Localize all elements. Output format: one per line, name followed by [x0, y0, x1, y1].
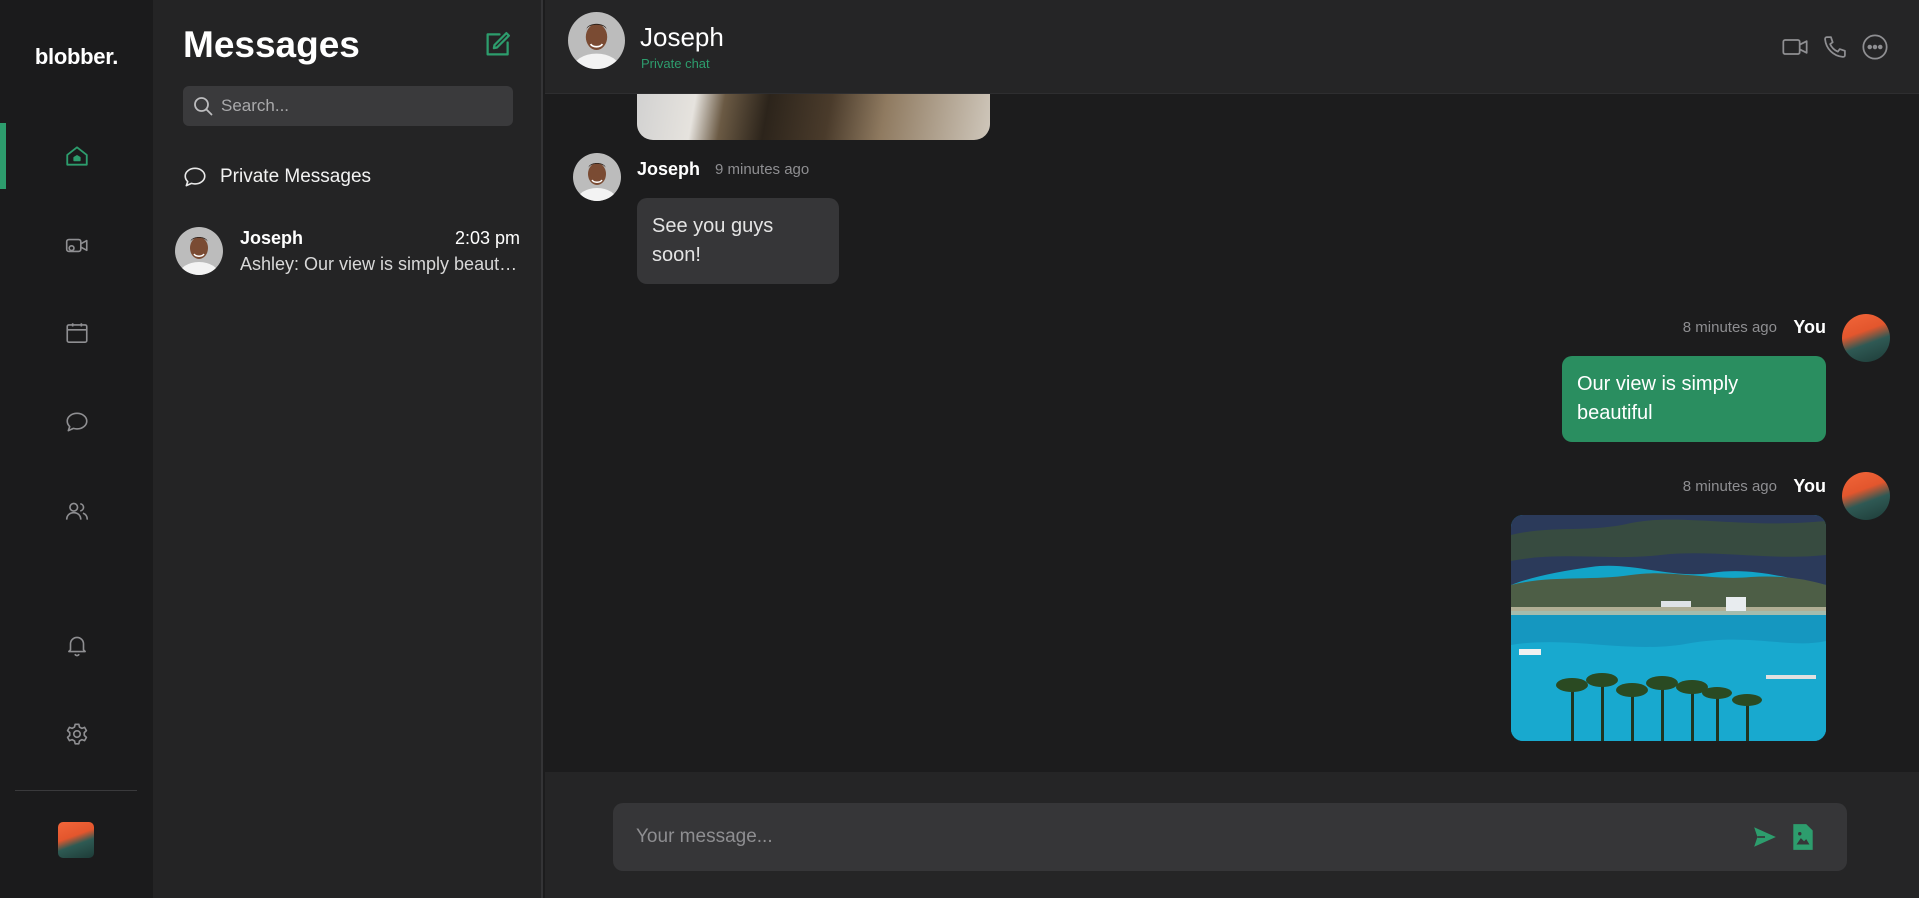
rail-item-video-rooms[interactable]: [0, 213, 153, 279]
compose-icon[interactable]: [482, 30, 512, 60]
message-time: 8 minutes ago: [1682, 478, 1777, 495]
more-options-icon[interactable]: [1861, 33, 1889, 61]
contact-avatar[interactable]: [568, 12, 625, 69]
rail-divider: [15, 790, 137, 791]
rail-item-calendar[interactable]: [0, 300, 153, 366]
rail-item-contacts[interactable]: [0, 478, 153, 544]
message-bubble-incoming[interactable]: See you guys soon!: [637, 198, 839, 284]
shared-photo[interactable]: [1511, 515, 1826, 741]
conversation-item[interactable]: Joseph 2:03 pm Ashley: Our view is simpl…: [175, 224, 520, 284]
chat-subtitle: Private chat: [641, 56, 710, 71]
message-sender: Joseph: [637, 159, 701, 179]
nav-rail: blobber.: [0, 0, 153, 898]
app-window: blobber. Messages Search... Private Mess…: [0, 0, 1919, 898]
search-icon: [194, 97, 213, 116]
composer-area: [545, 772, 1919, 898]
chat-bubble-icon: [65, 412, 88, 432]
private-messages-section[interactable]: Private Messages: [182, 164, 371, 190]
chat-bubble-icon: [184, 167, 206, 187]
user-avatar[interactable]: [58, 822, 94, 858]
message-input[interactable]: [636, 803, 1736, 871]
conversation-preview: Ashley: Our view is simply beautiful: [240, 254, 520, 274]
section-label: Private Messages: [220, 166, 372, 187]
gear-icon: [66, 723, 87, 745]
rail-item-notifications[interactable]: [0, 612, 153, 678]
attach-image-icon[interactable]: [1790, 823, 1816, 851]
phone-icon[interactable]: [1821, 33, 1849, 61]
message-time: 8 minutes ago: [1682, 319, 1777, 336]
sender-avatar: [573, 153, 621, 201]
chat-header: Joseph Private chat: [545, 0, 1919, 94]
sender-avatar: [1842, 472, 1890, 520]
page-title: Messages: [183, 24, 360, 65]
conversation-name: Joseph: [240, 228, 304, 248]
shared-image-partial[interactable]: [637, 94, 990, 140]
send-icon[interactable]: [1752, 824, 1778, 850]
message-time: 9 minutes ago: [715, 161, 810, 178]
rail-item-home[interactable]: [0, 123, 153, 189]
contact-avatar: [175, 227, 223, 275]
video-call-icon[interactable]: [1781, 33, 1809, 61]
conversation-time: 2:03 pm: [454, 228, 520, 248]
search-box[interactable]: [183, 86, 513, 126]
calendar-icon: [65, 323, 88, 344]
brand-logo[interactable]: blobber.: [0, 44, 153, 70]
chat-header-actions: [1781, 33, 1889, 61]
rail-item-messages[interactable]: [0, 389, 153, 455]
rail-item-settings[interactable]: [0, 701, 153, 767]
chat-panel: Joseph Private chat Joseph 9 minutes ago…: [545, 0, 1919, 898]
bell-icon: [67, 636, 86, 657]
home-icon: [65, 146, 88, 166]
message-thread[interactable]: Joseph 9 minutes ago See you guys soon! …: [545, 94, 1919, 772]
people-icon: [65, 502, 88, 520]
message-bubble-outgoing[interactable]: Our view is simply beautiful: [1562, 356, 1826, 442]
message-sender: You: [1793, 476, 1826, 496]
video-room-icon: [65, 238, 88, 253]
conversation-list-panel: Messages Private Messages: [153, 0, 543, 898]
chat-contact-name: Joseph: [640, 22, 724, 52]
search-input[interactable]: [221, 96, 501, 116]
sender-avatar: [1842, 314, 1890, 362]
message-composer[interactable]: [613, 803, 1847, 871]
message-sender: You: [1793, 317, 1826, 337]
